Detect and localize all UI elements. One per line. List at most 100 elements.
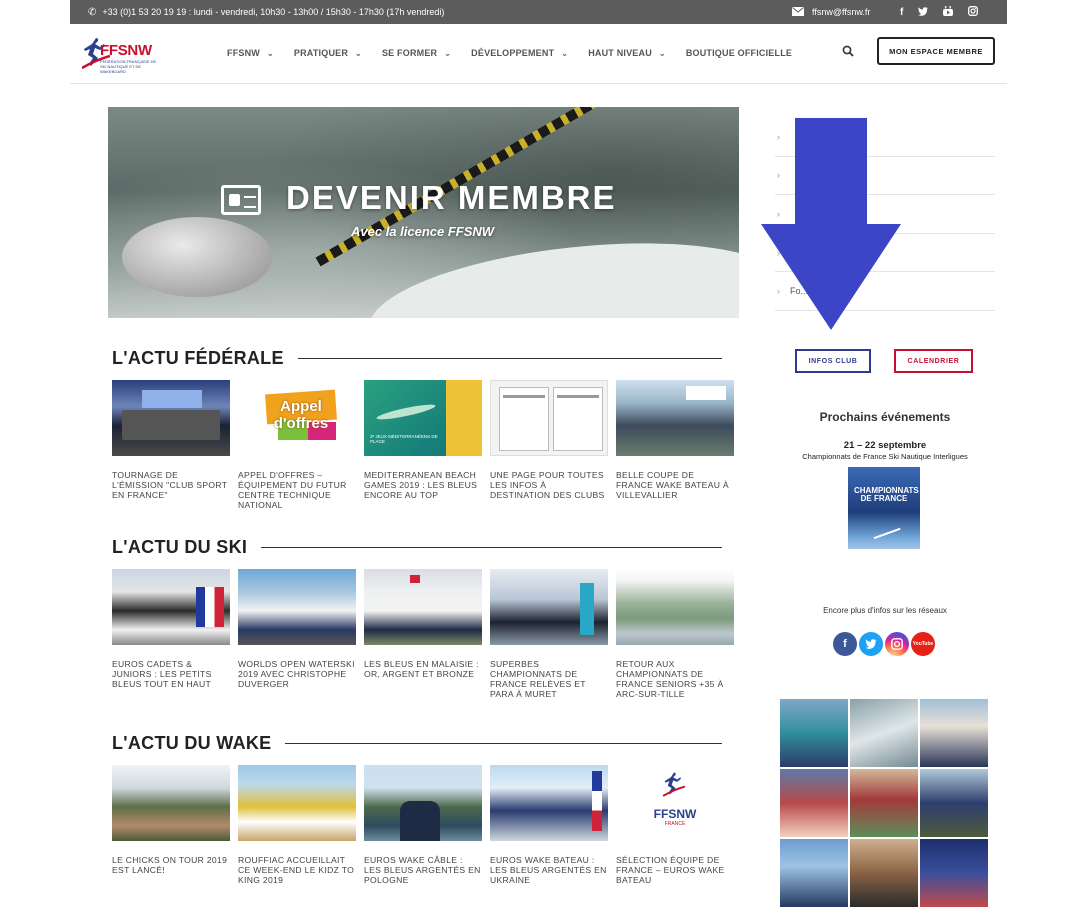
news-caption[interactable]: EUROS WAKE BATEAU : LES BLEUS ARGENTÉS E… <box>490 855 608 885</box>
infos-club-button[interactable]: INFOS CLUB <box>795 349 871 373</box>
news-card[interactable]: UNE PAGE POUR TOUTES LES INFOS À DESTINA… <box>490 380 608 510</box>
news-caption[interactable]: LES BLEUS EN MALAISIE : OR, ARGENT ET BR… <box>364 659 482 679</box>
news-caption[interactable]: SUPERBES CHAMPIONNATS DE FRANCE RELÈVES … <box>490 659 608 699</box>
phone-icon: ✆ <box>88 6 97 18</box>
news-thumbnail[interactable] <box>112 569 230 645</box>
arrow-shape <box>761 118 901 330</box>
news-card[interactable]: TOURNAGE DE L'ÉMISSION "CLUB SPORT EN FR… <box>112 380 230 510</box>
search-icon[interactable] <box>842 44 858 60</box>
news-thumbnail[interactable] <box>490 569 608 645</box>
news-caption[interactable]: SÉLECTION ÉQUIPE DE FRANCE – EUROS WAKE … <box>616 855 734 885</box>
gallery-photo[interactable] <box>850 839 918 907</box>
email-link[interactable]: ffsnw@ffsnw.fr <box>812 7 870 17</box>
top-bar: ✆ +33 (0)1 53 20 19 19 : lundi - vendred… <box>70 0 1007 24</box>
hero-banner[interactable]: DEVENIR MEMBRE Avec la licence FFSNW <box>108 107 739 318</box>
news-caption[interactable]: LE CHICKS ON TOUR 2019 EST LANCÉ! <box>112 855 230 875</box>
facebook-icon[interactable]: f <box>833 632 857 656</box>
news-caption[interactable]: EUROS CADETS & JUNIORS : LES PETITS BLEU… <box>112 659 230 689</box>
news-card[interactable]: SUPERBES CHAMPIONNATS DE FRANCE RELÈVES … <box>490 569 608 699</box>
ffsnw-logo[interactable]: FFSNW FÉDÉRATION FRANÇAISE DE SKI NAUTIQ… <box>82 34 164 74</box>
gallery-photo[interactable] <box>780 699 848 767</box>
instagram-icon[interactable] <box>968 6 979 18</box>
news-caption[interactable]: MEDITERRANEAN BEACH GAMES 2019 : LES BLE… <box>364 470 482 500</box>
news-card[interactable]: RETOUR AUX CHAMPIONNATS DE FRANCE SENIOR… <box>616 569 734 699</box>
photo-gallery <box>780 699 990 907</box>
gallery-photo[interactable] <box>850 699 918 767</box>
nav-item-pratiquer[interactable]: PRATIQUER ⌄ <box>294 48 362 58</box>
annotation-arrow-icon <box>761 118 901 330</box>
news-thumbnail[interactable] <box>490 765 608 841</box>
chevron-down-icon: ⌄ <box>561 48 569 58</box>
news-caption[interactable]: UNE PAGE POUR TOUTES LES INFOS À DESTINA… <box>490 470 608 500</box>
logo-text: FFSNW <box>100 42 152 59</box>
ffsnw-logo-icon <box>662 772 686 797</box>
event-name[interactable]: Championnats de France Ski Nautique Inte… <box>775 452 995 461</box>
news-card[interactable]: ROUFFIAC ACCUEILLAIT CE WEEK-END LE KIDZ… <box>238 765 356 885</box>
news-thumbnail[interactable] <box>364 765 482 841</box>
news-thumbnail[interactable] <box>112 380 230 456</box>
hero-title: DEVENIR MEMBRE <box>286 179 617 216</box>
nav-item-boutique[interactable]: BOUTIQUE OFFICIELLE <box>686 48 792 58</box>
news-card[interactable]: Appel d'offres APPEL D'OFFRES – ÉQUIPEME… <box>238 380 356 510</box>
nav-item-developpement[interactable]: DÉVELOPPEMENT ⌄ <box>471 48 568 58</box>
gallery-photo[interactable] <box>920 699 988 767</box>
chevron-down-icon: ⌄ <box>658 48 666 58</box>
facebook-icon[interactable]: f <box>900 7 903 18</box>
news-thumbnail[interactable] <box>238 765 356 841</box>
nav-item-se-former[interactable]: SE FORMER ⌄ <box>382 48 451 58</box>
news-thumbnail[interactable] <box>616 380 734 456</box>
news-thumbnail[interactable]: FFSNW FRANCE <box>616 765 734 841</box>
email-info[interactable]: ffsnw@ffsnw.fr <box>792 0 870 24</box>
news-card[interactable]: EUROS WAKE CÂBLE : LES BLEUS ARGENTÉS EN… <box>364 765 482 885</box>
news-card[interactable]: LES BLEUS EN MALAISIE : OR, ARGENT ET BR… <box>364 569 482 699</box>
news-card[interactable]: EUROS CADETS & JUNIORS : LES PETITS BLEU… <box>112 569 230 699</box>
twitter-icon[interactable] <box>859 632 883 656</box>
youtube-icon[interactable]: YouTube <box>911 632 935 656</box>
nav-item-haut-niveau[interactable]: HAUT NIVEAU ⌄ <box>588 48 666 58</box>
news-caption[interactable]: APPEL D'OFFRES – ÉQUIPEMENT DU FUTUR CEN… <box>238 470 356 510</box>
news-card[interactable]: FFSNW FRANCE SÉLECTION ÉQUIPE DE FRANCE … <box>616 765 734 885</box>
news-thumbnail[interactable] <box>616 569 734 645</box>
member-space-button[interactable]: MON ESPACE MEMBRE <box>877 37 995 65</box>
hero-subtitle: Avec la licence FFSNW <box>351 224 495 239</box>
gallery-photo[interactable] <box>780 839 848 907</box>
news-card[interactable]: BELLE COUPE DE FRANCE WAKE BATEAU À VILL… <box>616 380 734 510</box>
page: ✆ +33 (0)1 53 20 19 19 : lundi - vendred… <box>0 0 1075 913</box>
site-header: FFSNW FÉDÉRATION FRANÇAISE DE SKI NAUTIQ… <box>70 24 1007 84</box>
logo-subtitle: FÉDÉRATION FRANÇAISE DE SKI NAUTIQUE ET … <box>100 59 157 74</box>
nav-item-ffsnw[interactable]: FFSNW ⌄ <box>227 48 274 58</box>
news-card[interactable]: 2ᵉ JEUX MÉDITERRANÉENS DE PLAGE MEDITERR… <box>364 380 482 510</box>
section-wake-header: L'ACTU DU WAKE <box>112 733 722 754</box>
twitter-icon[interactable] <box>918 6 929 18</box>
news-thumbnail[interactable]: 2ᵉ JEUX MÉDITERRANÉENS DE PLAGE <box>364 380 482 456</box>
news-card[interactable]: EUROS WAKE BATEAU : LES BLEUS ARGENTÉS E… <box>490 765 608 885</box>
event-poster[interactable]: CHAMPIONNATS DE FRANCE <box>848 467 920 567</box>
calendrier-button[interactable]: CALENDRIER <box>894 349 973 373</box>
gallery-photo[interactable] <box>920 839 988 907</box>
news-card[interactable]: LE CHICKS ON TOUR 2019 EST LANCÉ! <box>112 765 230 885</box>
section-title: L'ACTU DU SKI <box>112 537 248 557</box>
news-thumbnail[interactable] <box>490 380 608 456</box>
event-date[interactable]: 21 – 22 septembre <box>775 440 995 451</box>
news-caption[interactable]: EUROS WAKE CÂBLE : LES BLEUS ARGENTÉS EN… <box>364 855 482 885</box>
news-caption[interactable]: WORLDS OPEN WATERSKI 2019 AVEC CHRISTOPH… <box>238 659 356 689</box>
news-caption[interactable]: TOURNAGE DE L'ÉMISSION "CLUB SPORT EN FR… <box>112 470 230 500</box>
news-caption[interactable]: RETOUR AUX CHAMPIONNATS DE FRANCE SENIOR… <box>616 659 734 699</box>
news-thumbnail[interactable]: Appel d'offres <box>238 380 356 456</box>
news-caption[interactable]: ROUFFIAC ACCUEILLAIT CE WEEK-END LE KIDZ… <box>238 855 356 885</box>
news-thumbnail[interactable] <box>112 765 230 841</box>
instagram-icon[interactable] <box>885 632 909 656</box>
chevron-down-icon: ⌄ <box>444 48 452 58</box>
gallery-photo[interactable] <box>920 769 988 837</box>
divider <box>285 743 722 744</box>
gallery-photo[interactable] <box>780 769 848 837</box>
buoy-image <box>122 217 272 297</box>
news-thumbnail[interactable] <box>238 569 356 645</box>
gallery-photo[interactable] <box>850 769 918 837</box>
skier-image <box>867 510 901 540</box>
news-thumbnail[interactable] <box>364 569 482 645</box>
france-image-text: FRANCE <box>664 821 686 827</box>
youtube-icon[interactable] <box>943 6 954 18</box>
news-card[interactable]: WORLDS OPEN WATERSKI 2019 AVEC CHRISTOPH… <box>238 569 356 699</box>
news-caption[interactable]: BELLE COUPE DE FRANCE WAKE BATEAU À VILL… <box>616 470 734 500</box>
